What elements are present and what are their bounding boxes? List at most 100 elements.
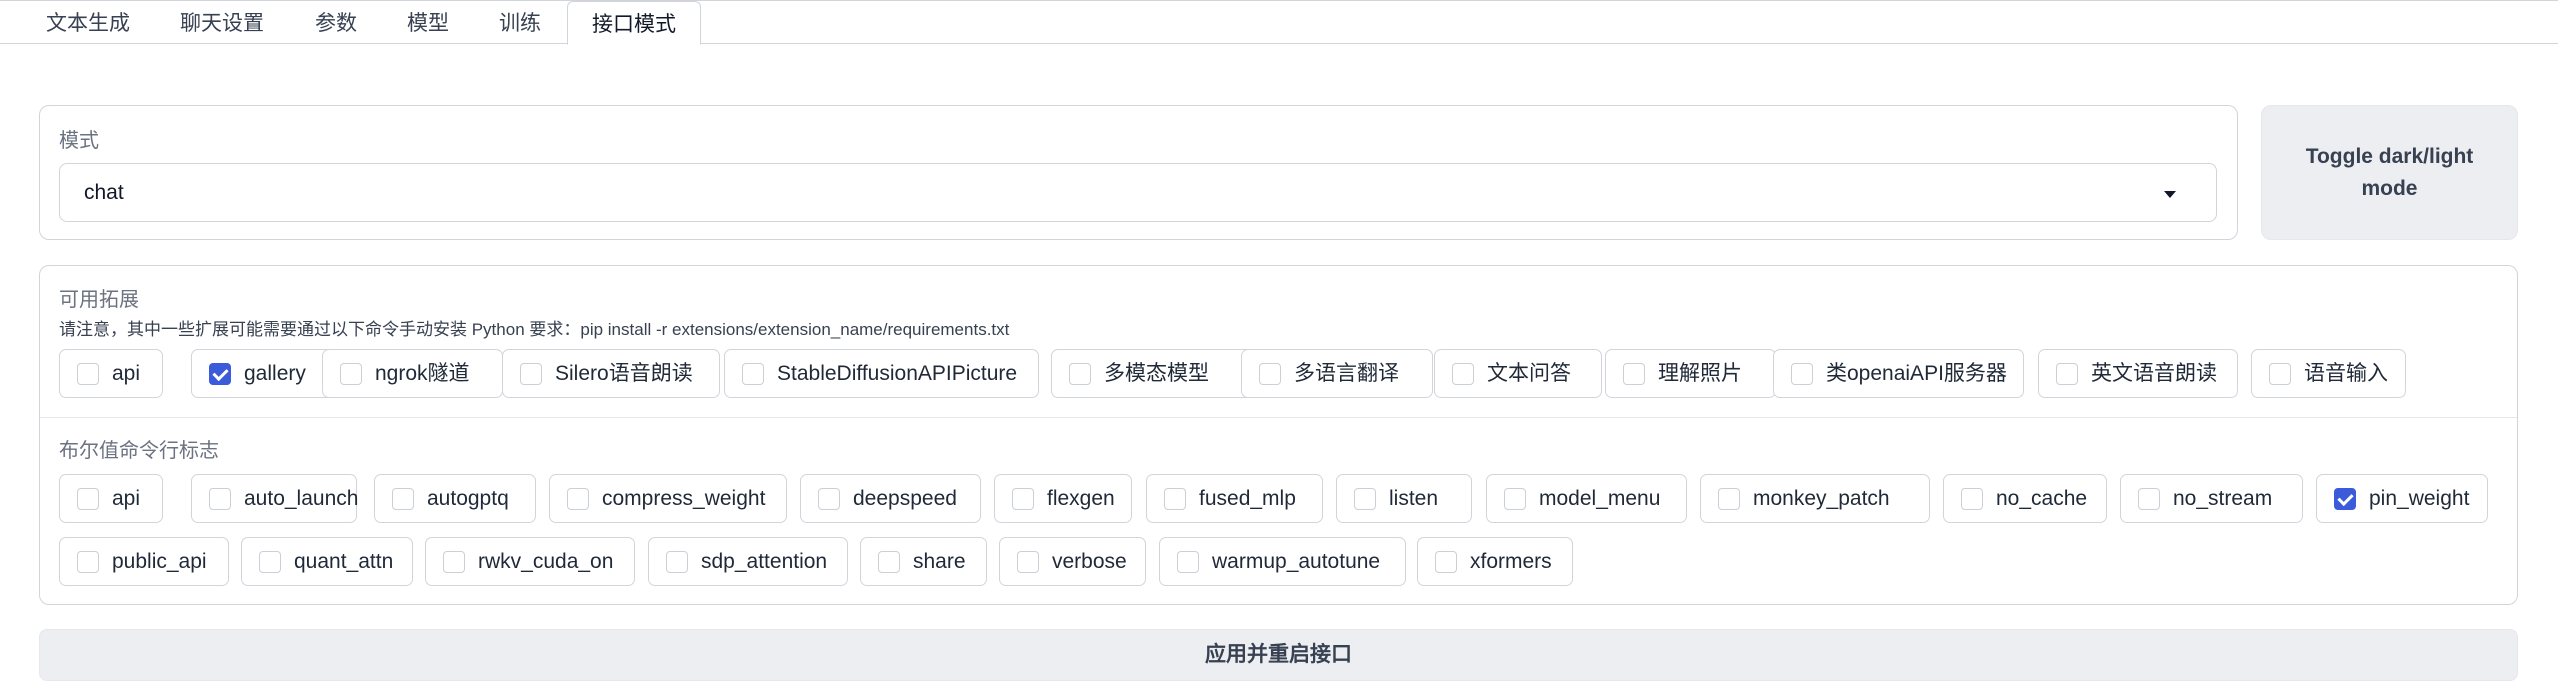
toggle-dark-light-button[interactable]: Toggle dark/light mode bbox=[2261, 105, 2518, 240]
flag-checkbox[interactable]: listen bbox=[1336, 474, 1472, 523]
apply-restart-button[interactable]: 应用并重启接口 bbox=[39, 629, 2518, 681]
checkbox-unchecked-icon[interactable] bbox=[1452, 363, 1474, 385]
flag-checkbox-label: rwkv_cuda_on bbox=[478, 550, 614, 573]
checkbox-unchecked-icon[interactable] bbox=[77, 551, 99, 573]
checkbox-unchecked-icon[interactable] bbox=[2269, 363, 2291, 385]
extensions-note: 请注意，其中一些扩展可能需要通过以下命令手动安装 Python 要求：pip i… bbox=[59, 320, 1010, 339]
extension-checkbox[interactable]: 类openaiAPI服务器 bbox=[1773, 349, 2024, 398]
mode-select[interactable]: chat bbox=[59, 163, 2217, 222]
flag-checkbox[interactable]: monkey_patch bbox=[1700, 474, 1930, 523]
extension-checkbox-label: 英文语音朗读 bbox=[2091, 362, 2217, 385]
tab-model[interactable]: 模型 bbox=[383, 1, 473, 44]
flag-checkbox[interactable]: verbose bbox=[999, 537, 1146, 586]
flag-checkbox[interactable]: quant_attn bbox=[241, 537, 413, 586]
extension-checkbox[interactable]: gallery bbox=[191, 349, 336, 398]
checkbox-unchecked-icon[interactable] bbox=[1961, 488, 1983, 510]
extension-checkbox-label: StableDiffusionAPIPicture bbox=[777, 362, 1018, 385]
checkbox-unchecked-icon[interactable] bbox=[520, 363, 542, 385]
checkbox-checked-icon[interactable] bbox=[209, 363, 231, 385]
extension-checkbox[interactable]: 理解照片 bbox=[1605, 349, 1776, 398]
flag-checkbox[interactable]: deepspeed bbox=[800, 474, 981, 523]
checkbox-unchecked-icon[interactable] bbox=[2138, 488, 2160, 510]
flag-checkbox[interactable]: autogptq bbox=[374, 474, 536, 523]
checkbox-checked-icon[interactable] bbox=[2334, 488, 2356, 510]
checkbox-unchecked-icon[interactable] bbox=[77, 363, 99, 385]
flag-checkbox-label: fused_mlp bbox=[1199, 487, 1296, 510]
chevron-down-icon bbox=[2164, 191, 2176, 198]
checkbox-unchecked-icon[interactable] bbox=[1354, 488, 1376, 510]
checkbox-unchecked-icon[interactable] bbox=[340, 363, 362, 385]
extension-checkbox[interactable]: 语音输入 bbox=[2251, 349, 2406, 398]
flag-checkbox-label: flexgen bbox=[1047, 487, 1115, 510]
flag-checkbox-label: public_api bbox=[112, 550, 207, 573]
checkbox-unchecked-icon[interactable] bbox=[1017, 551, 1039, 573]
flag-checkbox[interactable]: no_stream bbox=[2120, 474, 2303, 523]
checkbox-unchecked-icon[interactable] bbox=[878, 551, 900, 573]
checkbox-unchecked-icon[interactable] bbox=[259, 551, 281, 573]
tab-interface-mode[interactable]: 接口模式 bbox=[567, 1, 701, 45]
extension-checkbox-label: 文本问答 bbox=[1487, 362, 1571, 385]
flag-checkbox-label: auto_launch bbox=[244, 487, 359, 510]
checkbox-unchecked-icon[interactable] bbox=[818, 488, 840, 510]
extension-checkbox[interactable]: Silero语音朗读 bbox=[502, 349, 720, 398]
flag-checkbox[interactable]: share bbox=[860, 537, 987, 586]
flag-checkbox-label: pin_weight bbox=[2369, 487, 2470, 510]
checkbox-unchecked-icon[interactable] bbox=[392, 488, 414, 510]
flag-checkbox[interactable]: warmup_autotune bbox=[1159, 537, 1406, 586]
checkbox-unchecked-icon[interactable] bbox=[77, 488, 99, 510]
flag-checkbox[interactable]: public_api bbox=[59, 537, 229, 586]
extension-checkbox[interactable]: 文本问答 bbox=[1434, 349, 1602, 398]
flag-checkbox[interactable]: rwkv_cuda_on bbox=[425, 537, 635, 586]
flag-checkbox[interactable]: api bbox=[59, 474, 163, 523]
extension-checkbox[interactable]: StableDiffusionAPIPicture bbox=[724, 349, 1039, 398]
checkbox-unchecked-icon[interactable] bbox=[666, 551, 688, 573]
checkbox-unchecked-icon[interactable] bbox=[209, 488, 231, 510]
checkbox-unchecked-icon[interactable] bbox=[742, 363, 764, 385]
flag-checkbox[interactable]: fused_mlp bbox=[1146, 474, 1323, 523]
extension-checkbox[interactable]: ngrok隧道 bbox=[322, 349, 503, 398]
checkbox-unchecked-icon[interactable] bbox=[1259, 363, 1281, 385]
divider bbox=[40, 417, 2517, 418]
checkbox-unchecked-icon[interactable] bbox=[1791, 363, 1813, 385]
flag-checkbox[interactable]: xformers bbox=[1417, 537, 1573, 586]
flag-checkbox-label: monkey_patch bbox=[1753, 487, 1890, 510]
mode-label: 模式 bbox=[59, 130, 99, 152]
checkbox-unchecked-icon[interactable] bbox=[1718, 488, 1740, 510]
tab-bar: 文本生成 聊天设置 参数 模型 训练 接口模式 bbox=[0, 0, 2558, 45]
extension-checkbox[interactable]: 多语言翻译 bbox=[1241, 349, 1433, 398]
checkbox-unchecked-icon[interactable] bbox=[443, 551, 465, 573]
extension-checkbox-label: 多模态模型 bbox=[1104, 362, 1209, 385]
extension-checkbox[interactable]: 英文语音朗读 bbox=[2038, 349, 2238, 398]
extension-checkbox-label: ngrok隧道 bbox=[375, 362, 470, 385]
checkbox-unchecked-icon[interactable] bbox=[1012, 488, 1034, 510]
mode-select-value: chat bbox=[84, 181, 124, 204]
flag-checkbox[interactable]: flexgen bbox=[994, 474, 1132, 523]
flag-checkbox-label: compress_weight bbox=[602, 487, 766, 510]
flag-checkbox[interactable]: compress_weight bbox=[549, 474, 787, 523]
tab-chat-settings[interactable]: 聊天设置 bbox=[156, 1, 288, 44]
checkbox-unchecked-icon[interactable] bbox=[1069, 363, 1091, 385]
checkbox-unchecked-icon[interactable] bbox=[567, 488, 589, 510]
checkbox-unchecked-icon[interactable] bbox=[1504, 488, 1526, 510]
extension-checkbox[interactable]: api bbox=[59, 349, 163, 398]
flag-checkbox-label: autogptq bbox=[427, 487, 509, 510]
extension-checkbox[interactable]: 多模态模型 bbox=[1051, 349, 1257, 398]
flag-checkbox[interactable]: auto_launch bbox=[191, 474, 359, 523]
flags-label: 布尔值命令行标志 bbox=[59, 440, 219, 462]
flag-checkbox-label: model_menu bbox=[1539, 487, 1661, 510]
flag-checkbox[interactable]: no_cache bbox=[1943, 474, 2107, 523]
checkbox-unchecked-icon[interactable] bbox=[2056, 363, 2078, 385]
tab-text-generation[interactable]: 文本生成 bbox=[22, 1, 154, 44]
extension-checkbox-label: api bbox=[112, 362, 141, 385]
checkbox-unchecked-icon[interactable] bbox=[1164, 488, 1186, 510]
flag-checkbox-label: no_cache bbox=[1996, 487, 2088, 510]
flag-checkbox-label: verbose bbox=[1052, 550, 1127, 573]
checkbox-unchecked-icon[interactable] bbox=[1623, 363, 1645, 385]
tab-parameters[interactable]: 参数 bbox=[291, 1, 381, 44]
flag-checkbox[interactable]: pin_weight bbox=[2316, 474, 2488, 523]
flag-checkbox[interactable]: model_menu bbox=[1486, 474, 1687, 523]
checkbox-unchecked-icon[interactable] bbox=[1435, 551, 1457, 573]
checkbox-unchecked-icon[interactable] bbox=[1177, 551, 1199, 573]
flag-checkbox[interactable]: sdp_attention bbox=[648, 537, 848, 586]
tab-training[interactable]: 训练 bbox=[475, 1, 565, 44]
